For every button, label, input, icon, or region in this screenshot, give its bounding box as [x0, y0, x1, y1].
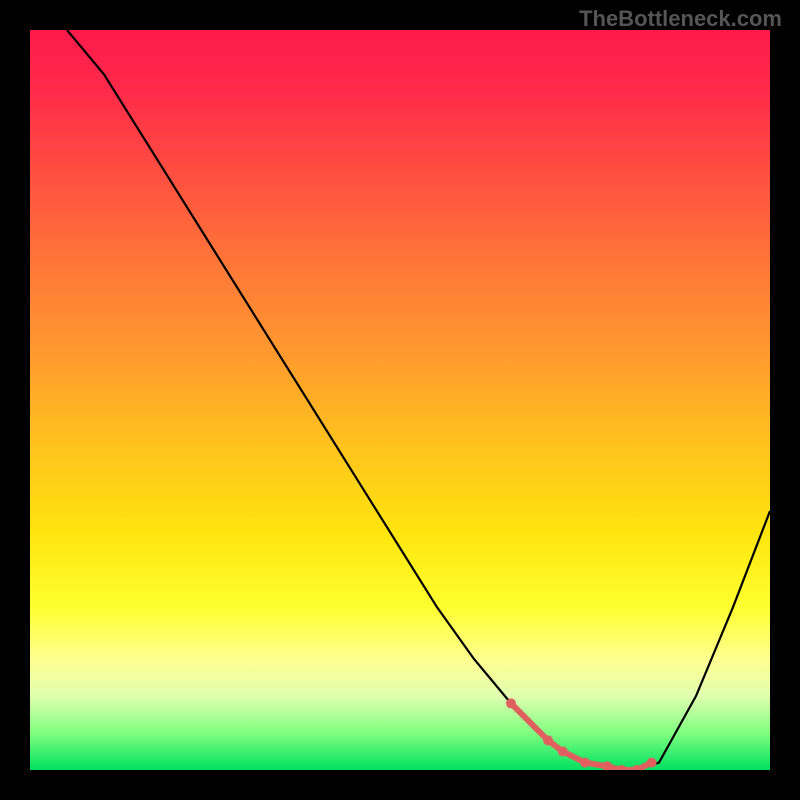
optimal-marker: [506, 698, 516, 708]
attribution-text: TheBottleneck.com: [579, 6, 782, 32]
optimal-marker: [647, 758, 657, 768]
optimal-marker: [558, 747, 568, 757]
chart-svg: [30, 30, 770, 770]
optimal-marker: [602, 761, 612, 770]
chart-plot-area: [30, 30, 770, 770]
bottleneck-curve: [67, 30, 770, 770]
optimal-marker: [543, 735, 553, 745]
optimal-marker: [617, 765, 627, 770]
optimal-marker: [580, 758, 590, 768]
optimal-zone-markers: [506, 698, 657, 770]
